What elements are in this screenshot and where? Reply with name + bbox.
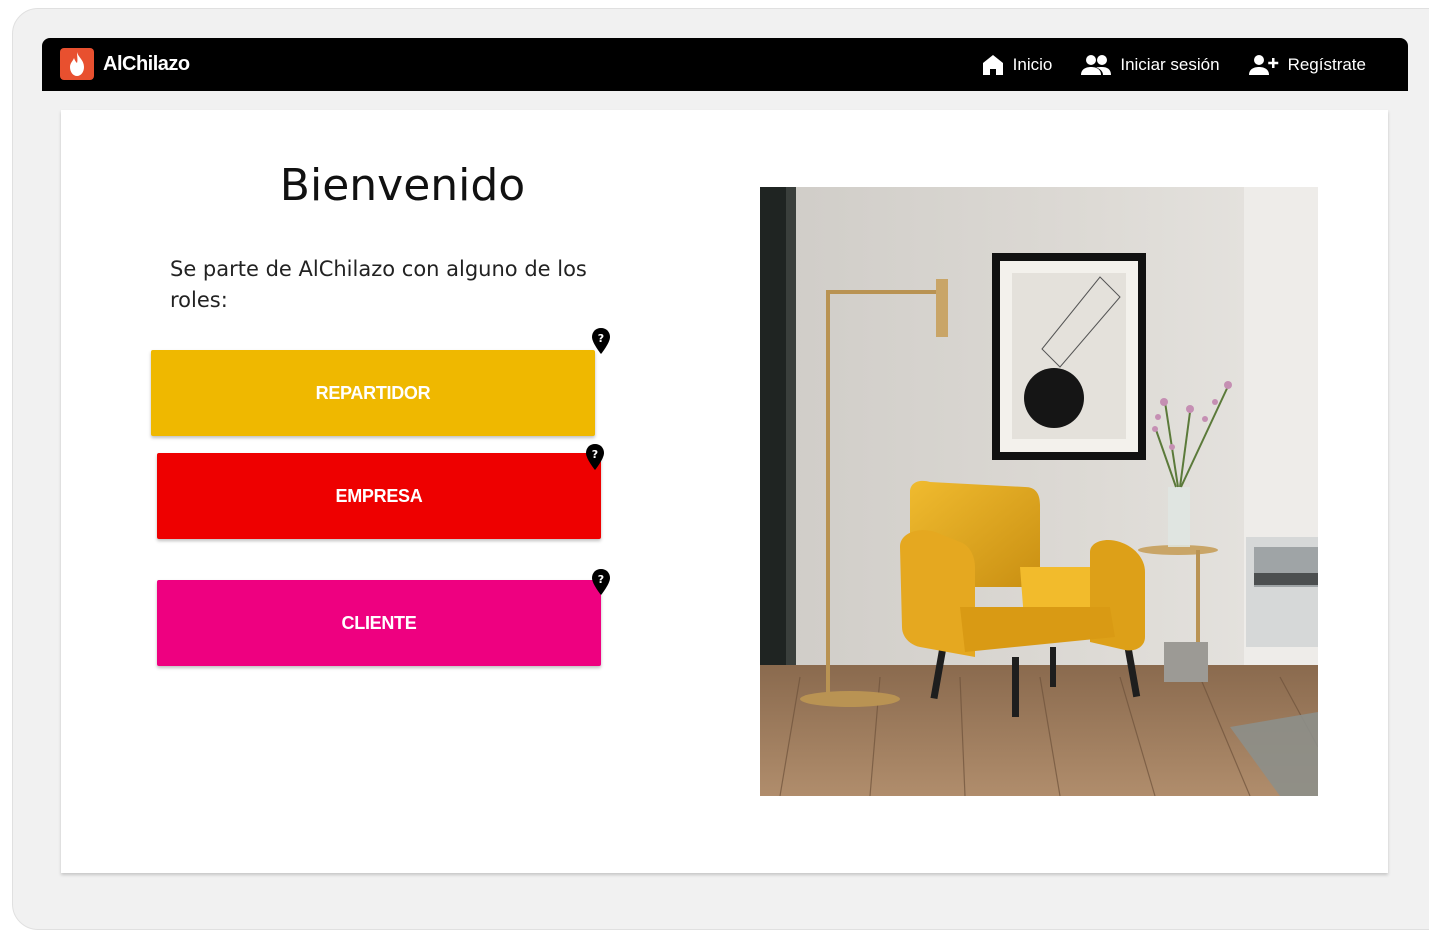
help-pin-icon[interactable]: ? — [591, 327, 611, 355]
cliente-button[interactable]: CLIENTE — [157, 580, 601, 666]
living-room-photo — [760, 187, 1318, 796]
people-icon — [1081, 54, 1112, 75]
page-title: Bienvenido — [279, 160, 526, 211]
help-pin-icon[interactable]: ? — [591, 568, 611, 596]
brand-name: AlChilazo — [103, 52, 190, 75]
fire-icon — [60, 48, 94, 80]
nav-iniciar-sesion[interactable]: Iniciar sesión — [1080, 53, 1220, 77]
svg-text:?: ? — [598, 332, 604, 345]
cliente-button-label: CLIENTE — [341, 612, 417, 633]
brand-link[interactable]: AlChilazo — [60, 48, 190, 80]
svg-text:?: ? — [592, 448, 598, 461]
nav-links: Inicio Iniciar sesión Regístrate — [953, 38, 1366, 91]
repartidor-button[interactable]: REPARTIDOR — [151, 350, 595, 436]
nav-inicio-label: Inicio — [1012, 54, 1053, 74]
empresa-button-label: EMPRESA — [335, 485, 423, 506]
help-pin-icon[interactable]: ? — [585, 443, 605, 471]
nav-registrate-label: Regístrate — [1287, 54, 1366, 74]
nav-inicio[interactable]: Inicio — [981, 53, 1053, 77]
empresa-button[interactable]: EMPRESA — [157, 453, 601, 539]
svg-text:?: ? — [598, 573, 604, 586]
nav-registrate[interactable]: Regístrate — [1248, 53, 1366, 77]
top-navbar: AlChilazo Inicio Iniciar sesión Regístra… — [42, 38, 1408, 91]
home-icon — [982, 54, 1003, 75]
person-add-icon — [1248, 54, 1278, 75]
repartidor-button-label: REPARTIDOR — [315, 382, 431, 403]
page-subtitle: Se parte de AlChilazo con alguno de los … — [170, 257, 587, 312]
nav-iniciar-sesion-label: Iniciar sesión — [1120, 54, 1220, 74]
